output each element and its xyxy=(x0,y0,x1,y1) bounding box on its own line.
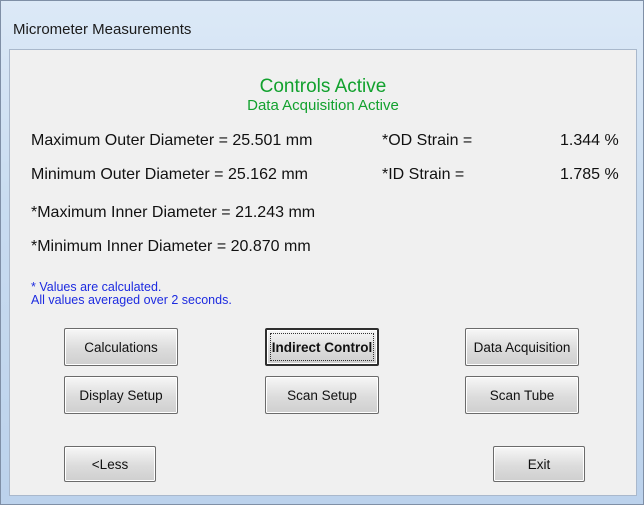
micrometer-window: Micrometer Measurements Controls Active … xyxy=(0,0,644,505)
scan-setup-button[interactable]: Scan Setup xyxy=(265,376,379,414)
client-area: Controls Active Data Acquisition Active … xyxy=(9,49,637,496)
title-bar[interactable]: Micrometer Measurements xyxy=(1,1,643,41)
indirect-control-label: Indirect Control xyxy=(271,339,373,355)
calculations-button[interactable]: Calculations xyxy=(64,328,178,366)
od-strain-value: 1.344 % xyxy=(560,132,619,149)
window-title: Micrometer Measurements xyxy=(13,21,192,38)
indirect-control-button[interactable]: Indirect Control xyxy=(265,328,379,366)
od-strain-label: *OD Strain = xyxy=(382,132,473,149)
min-inner-diameter: *Minimum Inner Diameter = 20.870 mm xyxy=(31,238,311,255)
data-acquisition-button[interactable]: Data Acquisition xyxy=(465,328,579,366)
max-inner-diameter: *Maximum Inner Diameter = 21.243 mm xyxy=(31,204,316,221)
max-outer-diameter: Maximum Outer Diameter = 25.501 mm xyxy=(31,132,313,149)
exit-button[interactable]: Exit xyxy=(493,446,585,482)
less-button[interactable]: <Less xyxy=(64,446,156,482)
id-strain-value: 1.785 % xyxy=(560,166,619,183)
display-setup-button[interactable]: Display Setup xyxy=(64,376,178,414)
acquisition-status: Data Acquisition Active xyxy=(247,97,399,114)
id-strain-label: *ID Strain = xyxy=(382,166,465,183)
controls-status: Controls Active xyxy=(259,76,387,97)
calculated-note: * Values are calculated. xyxy=(31,280,162,294)
scan-tube-button[interactable]: Scan Tube xyxy=(465,376,579,414)
min-outer-diameter: Minimum Outer Diameter = 25.162 mm xyxy=(31,166,308,183)
averaged-note: All values averaged over 2 seconds. xyxy=(31,293,232,307)
